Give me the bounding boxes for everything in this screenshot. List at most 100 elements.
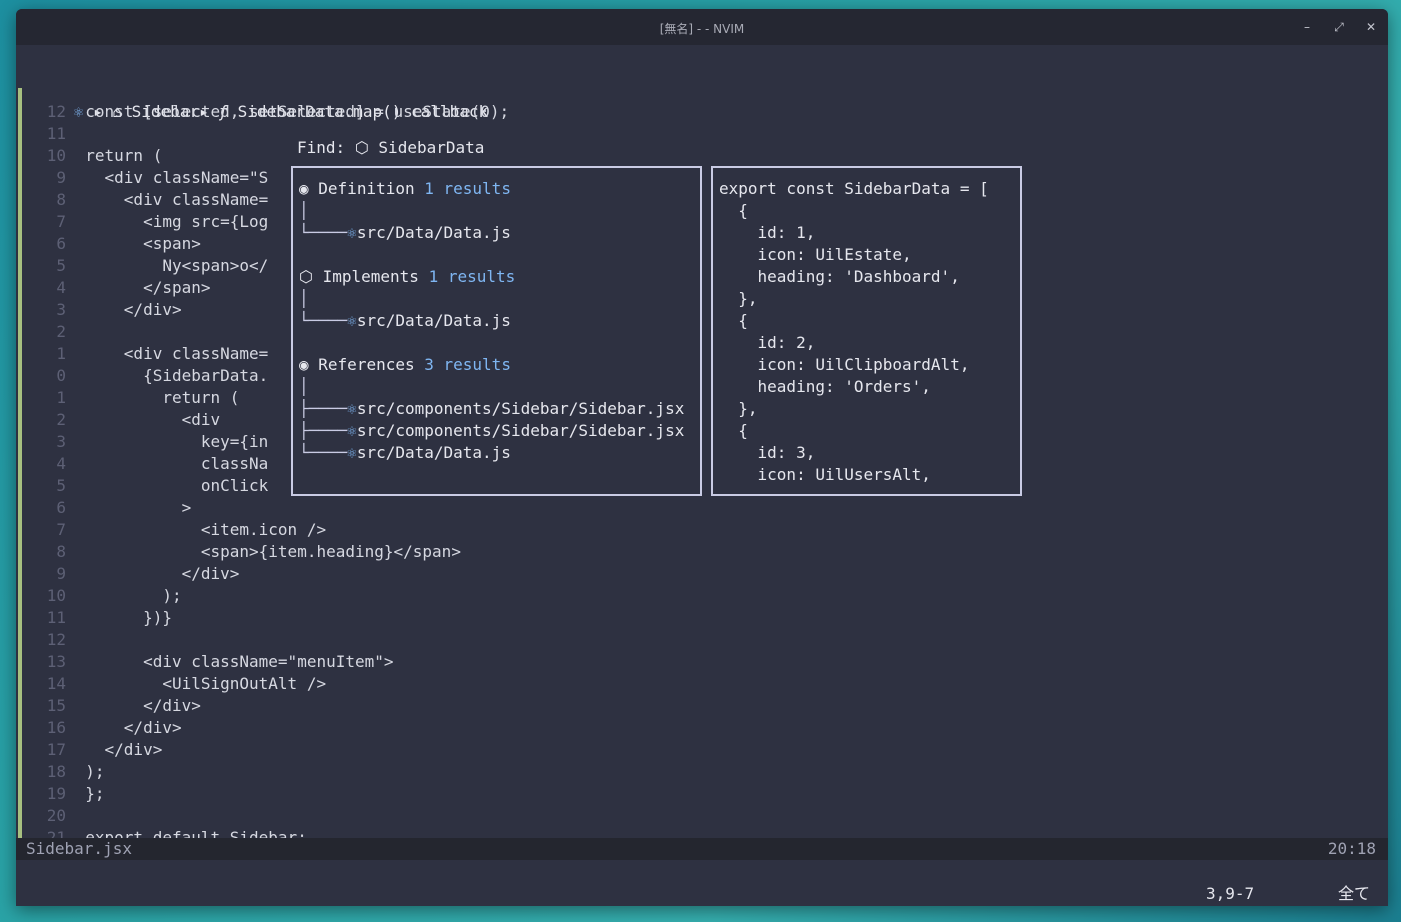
finder-results-panel[interactable]: ◉ Definition 1 results │ └────⚛src/Data/…	[291, 166, 702, 496]
group-title: References	[318, 355, 415, 374]
code-line[interactable]: 0 {SidebarData.	[16, 365, 268, 387]
code-line[interactable]: 8 <div className=	[16, 189, 268, 211]
breadcrumb: ⚛ ▸ ⌂ Sidebar▸ ƒ SidebarData.map() callb…	[16, 79, 488, 121]
finder-header: Find: ⬡ SidebarData	[297, 137, 484, 159]
preview-panel[interactable]: export const SidebarData = [ { id: 1, ic…	[711, 166, 1022, 496]
line-number: 12	[46, 630, 66, 649]
group-implements[interactable]: ⬡ Implements 1 results	[299, 266, 515, 288]
code-line[interactable]: 9 </div>	[16, 563, 239, 585]
line-number: 2	[56, 410, 66, 429]
code-text: </div>	[123, 300, 182, 319]
line-number: 10	[46, 146, 66, 165]
result-item[interactable]: └────⚛src/Data/Data.js	[299, 310, 511, 332]
code-text: })}	[143, 608, 172, 627]
preview-line: {	[719, 421, 748, 440]
line-number: 6	[56, 498, 66, 517]
code-line[interactable]: 5 onClick	[16, 475, 268, 497]
result-item[interactable]: ├────⚛src/components/Sidebar/Sidebar.jsx	[299, 420, 684, 442]
editor-area[interactable]: ⚛ ▸ ⌂ Sidebar▸ ƒ SidebarData.map() callb…	[16, 45, 1388, 906]
find-query: SidebarData	[378, 138, 485, 157]
code-line[interactable]: 15 </div>	[16, 695, 201, 717]
minimize-icon[interactable]: –	[1298, 18, 1316, 36]
result-path: src/Data/Data.js	[356, 443, 511, 462]
code-text: </div>	[181, 564, 240, 583]
code-line[interactable]: 10 );	[16, 585, 182, 607]
line-number: 2	[56, 322, 66, 341]
code-text: <div className=	[123, 190, 269, 209]
code-line[interactable]: 18 );	[16, 761, 105, 783]
line-number: 11	[46, 124, 66, 143]
status-line: Sidebar.jsx 20:18	[16, 838, 1388, 860]
references-icon: ◉	[299, 355, 309, 374]
preview-line: {	[719, 201, 748, 220]
code-line[interactable]: 3 </div>	[16, 299, 182, 321]
code-line[interactable]: 17 </div>	[16, 739, 163, 761]
code-text: Ny<span>o</	[162, 256, 269, 275]
code-line[interactable]: 1 <div className=	[16, 343, 268, 365]
code-line[interactable]: 7 <item.icon />	[16, 519, 326, 541]
code-line[interactable]: 12 const [selected, setSelected] = useSt…	[16, 101, 509, 123]
code-text: <div className=	[123, 344, 269, 363]
result-item[interactable]: ├────⚛src/components/Sidebar/Sidebar.jsx	[299, 398, 684, 420]
code-text: >	[181, 498, 192, 517]
line-number: 3	[56, 300, 66, 319]
code-line[interactable]: 8 <span>{item.heading}</span>	[16, 541, 461, 563]
close-icon[interactable]: ✕	[1362, 18, 1380, 36]
code-line[interactable]: 4 classNa	[16, 453, 268, 475]
line-number: 10	[46, 586, 66, 605]
react-icon: ⚛	[347, 399, 357, 418]
code-line[interactable]: 12	[16, 629, 143, 651]
result-item[interactable]: └────⚛src/Data/Data.js	[299, 222, 511, 244]
code-line[interactable]: 20	[16, 805, 85, 827]
code-line[interactable]: 9 <div className="S	[16, 167, 268, 189]
result-path: src/components/Sidebar/Sidebar.jsx	[356, 421, 685, 440]
code-text: {SidebarData.	[143, 366, 269, 385]
cursor-ruler: 3,9-7	[1206, 884, 1255, 903]
command-line[interactable]: 3,9-7 全て	[16, 882, 1388, 906]
preview-line: },	[719, 289, 758, 308]
code-text: <item.icon />	[200, 520, 327, 539]
code-line[interactable]: 13 <div className="menuItem">	[16, 651, 394, 673]
group-references[interactable]: ◉ References 3 results	[299, 354, 511, 376]
code-line[interactable]: 6 >	[16, 497, 191, 519]
group-count: 1 results	[428, 267, 516, 286]
line-number: 9	[56, 564, 66, 583]
line-number: 11	[46, 608, 66, 627]
code-line[interactable]: 11 })}	[16, 607, 172, 629]
line-number: 5	[56, 256, 66, 275]
code-text: );	[162, 586, 182, 605]
code-line[interactable]: 16 </div>	[16, 717, 182, 739]
line-number: 20	[46, 806, 66, 825]
preview-line: export const SidebarData = [	[719, 179, 989, 198]
code-line[interactable]: 7 <img src={Log	[16, 211, 268, 233]
code-line[interactable]: 14 <UilSignOutAlt />	[16, 673, 326, 695]
code-line[interactable]: 2 <div	[16, 409, 220, 431]
maximize-icon[interactable]: ⤢	[1330, 18, 1348, 36]
line-number: 6	[56, 234, 66, 253]
react-icon: ⚛	[347, 443, 357, 462]
code-line[interactable]: 3 key={in	[16, 431, 268, 453]
code-text: <div	[181, 410, 221, 429]
code-line[interactable]: 11	[16, 123, 85, 145]
group-definition[interactable]: ◉ Definition 1 results	[299, 178, 511, 200]
code-line[interactable]: 5 Ny<span>o</	[16, 255, 268, 277]
code-line[interactable]: 1 return (	[16, 387, 239, 409]
code-line[interactable]: 2	[16, 321, 124, 343]
preview-line: id: 1,	[719, 223, 816, 242]
code-line[interactable]: 19 };	[16, 783, 105, 805]
line-number: 0	[56, 366, 66, 385]
status-filename: Sidebar.jsx	[26, 839, 132, 858]
code-text: };	[85, 784, 105, 803]
code-line[interactable]: 6 <span>	[16, 233, 201, 255]
react-icon: ⚛	[347, 311, 357, 330]
result-item[interactable]: └────⚛src/Data/Data.js	[299, 442, 511, 464]
code-line[interactable]: 4 </span>	[16, 277, 210, 299]
code-text: <span>{item.heading}</span>	[200, 542, 461, 561]
code-line[interactable]: 10 return (	[16, 145, 163, 167]
line-number: 13	[46, 652, 66, 671]
line-number: 7	[56, 212, 66, 231]
line-number: 4	[56, 278, 66, 297]
code-text: return (	[162, 388, 240, 407]
code-text: classNa	[200, 454, 269, 473]
preview-line: icon: UilClipboardAlt,	[719, 355, 970, 374]
